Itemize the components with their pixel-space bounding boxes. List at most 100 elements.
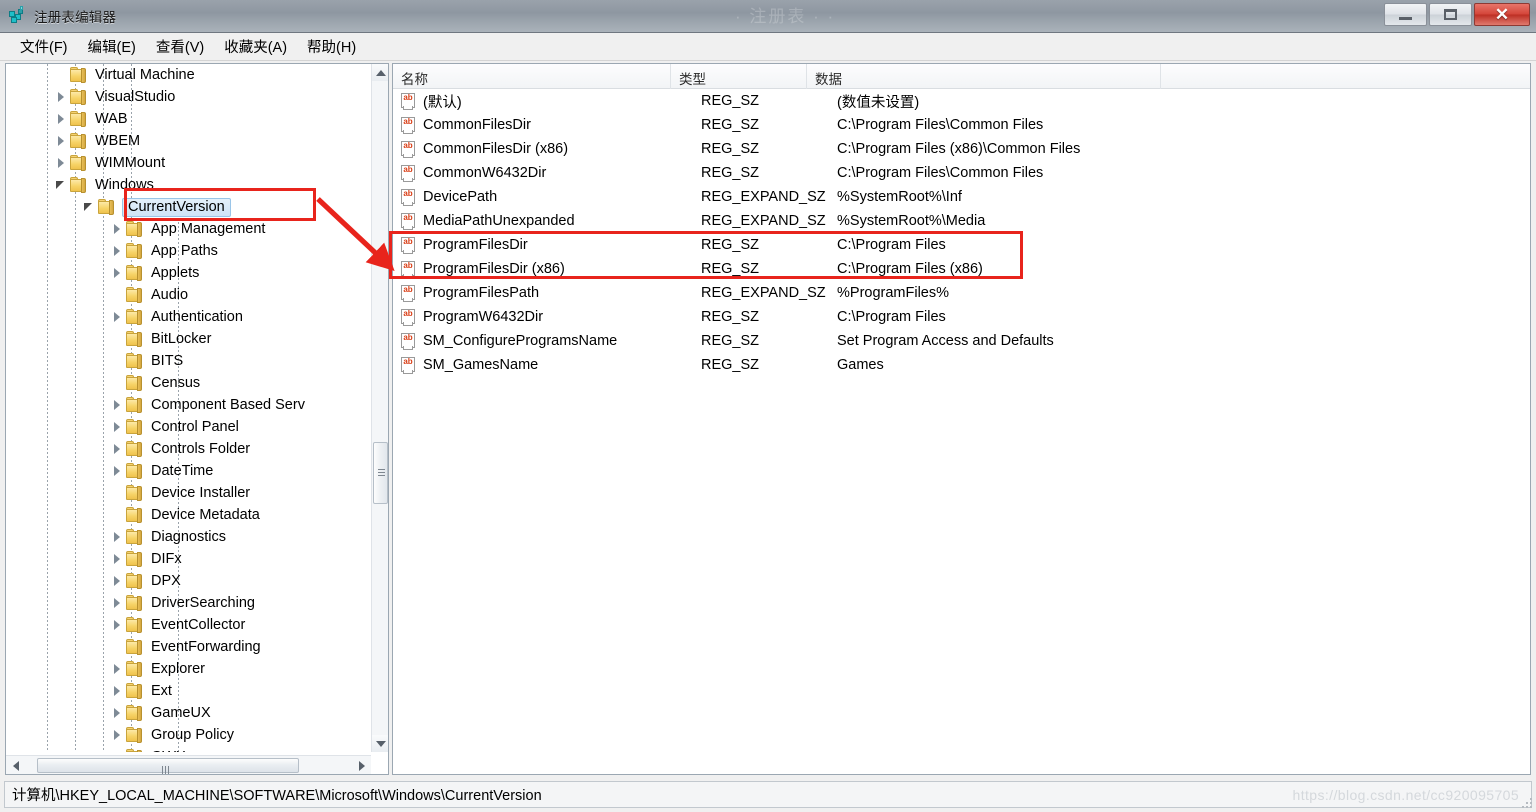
menu-edit[interactable]: 编辑(E) (78, 33, 146, 60)
tree-node[interactable]: Virtual Machine (6, 64, 371, 86)
expand-arrow-collapsed-icon[interactable] (110, 658, 126, 680)
expand-arrow-expanded-icon[interactable] (82, 196, 98, 218)
folder-icon (126, 441, 145, 457)
value-data: Games (837, 357, 884, 373)
table-row[interactable]: ab CommonFilesDir (x86) REG_SZ C:\Program F… (393, 137, 1530, 161)
tree-node[interactable]: Device Metadata (6, 504, 371, 526)
tree-node-label: DriverSearching (151, 595, 255, 611)
table-row[interactable]: ab DevicePath REG_EXPAND_SZ %SystemRoot%\In… (393, 185, 1530, 209)
expand-arrow-expanded-icon[interactable] (54, 174, 70, 196)
tree-node[interactable]: Ext (6, 680, 371, 702)
tree-node[interactable]: VisualStudio (6, 86, 371, 108)
scroll-down-button[interactable] (372, 735, 388, 752)
expand-arrow-collapsed-icon[interactable] (54, 108, 70, 130)
tree-horizontal-scrollbar[interactable] (6, 755, 371, 774)
tree-node[interactable]: Applets (6, 262, 371, 284)
tree-node[interactable]: EventForwarding (6, 636, 371, 658)
tree-node-label: GameUX (151, 705, 211, 721)
expand-arrow-collapsed-icon[interactable] (110, 614, 126, 636)
table-row[interactable]: ab SM_ConfigureProgramsName REG_SZ Set Prog… (393, 329, 1530, 353)
scroll-left-button[interactable] (7, 757, 24, 774)
tree-node[interactable]: DIFx (6, 548, 371, 570)
tree-node[interactable]: Device Installer (6, 482, 371, 504)
expand-arrow-collapsed-icon[interactable] (110, 570, 126, 592)
expand-arrow-collapsed-icon[interactable] (110, 592, 126, 614)
resize-grip-icon[interactable] (1520, 796, 1532, 808)
table-row[interactable]: ab (默认) REG_SZ (数值未设置) (393, 89, 1530, 113)
expand-arrow-collapsed-icon[interactable] (110, 438, 126, 460)
expand-arrow-collapsed-icon[interactable] (110, 724, 126, 746)
menu-help[interactable]: 帮助(H) (297, 33, 366, 60)
tree-node[interactable]: Explorer (6, 658, 371, 680)
expand-arrow-collapsed-icon[interactable] (110, 680, 126, 702)
value-data: %SystemRoot%\Media (837, 213, 986, 229)
tree-node[interactable]: Control Panel (6, 416, 371, 438)
expand-arrow-collapsed-icon[interactable] (110, 548, 126, 570)
table-row[interactable]: ab CommonFilesDir REG_SZ C:\Program Files\C… (393, 113, 1530, 137)
menu-file[interactable]: 文件(F) (10, 33, 78, 60)
column-data[interactable]: 数据 (807, 64, 1161, 89)
value-type: REG_EXPAND_SZ (701, 213, 826, 229)
tree-node[interactable]: GWX (6, 746, 371, 752)
tree-node[interactable]: EventCollector (6, 614, 371, 636)
table-row[interactable]: ab CommonW6432Dir REG_SZ C:\Program Files\C… (393, 161, 1530, 185)
tree-node[interactable]: Component Based Serv (6, 394, 371, 416)
minimize-button[interactable] (1384, 3, 1427, 26)
vertical-scroll-thumb[interactable] (373, 442, 388, 504)
table-row[interactable]: ab ProgramFilesPath REG_EXPAND_SZ %ProgramF… (393, 281, 1530, 305)
tree-node[interactable]: App Paths (6, 240, 371, 262)
scroll-up-button[interactable] (372, 64, 388, 81)
tree-node[interactable]: WIMMount (6, 152, 371, 174)
table-row[interactable]: ab ProgramFilesDir REG_SZ C:\Program Files (393, 233, 1530, 257)
expand-arrow-collapsed-icon[interactable] (110, 526, 126, 548)
table-row[interactable]: ab MediaPathUnexpanded REG_EXPAND_SZ %Syste… (393, 209, 1530, 233)
tree-node-label: BitLocker (151, 331, 212, 347)
tree-node[interactable]: DPX (6, 570, 371, 592)
tree-node[interactable]: Diagnostics (6, 526, 371, 548)
table-row[interactable]: ab SM_GamesName REG_SZ Games (393, 353, 1530, 377)
expand-arrow-collapsed-icon[interactable] (110, 416, 126, 438)
tree-node[interactable]: Authentication (6, 306, 371, 328)
tree-node[interactable]: WAB (6, 108, 371, 130)
tree-node[interactable]: Group Policy (6, 724, 371, 746)
folder-icon (70, 111, 89, 127)
table-row[interactable]: ab ProgramFilesDir (x86) REG_SZ C:\Program … (393, 257, 1530, 281)
expand-arrow-collapsed-icon[interactable] (54, 86, 70, 108)
menu-view[interactable]: 查看(V) (146, 33, 214, 60)
registry-tree-pane: Virtual Machine VisualStudio WAB WBEM WIMMou… (5, 63, 389, 775)
tree-node[interactable]: Controls Folder (6, 438, 371, 460)
column-type[interactable]: 类型 (671, 64, 807, 89)
tree-node[interactable]: Windows (6, 174, 371, 196)
tree-node[interactable]: Audio (6, 284, 371, 306)
tree-node[interactable]: GameUX (6, 702, 371, 724)
table-row[interactable]: ab ProgramW6432Dir REG_SZ C:\Program Files (393, 305, 1530, 329)
tree-node-label: Virtual Machine (95, 67, 195, 83)
menu-favorites[interactable]: 收藏夹(A) (214, 33, 297, 60)
column-name[interactable]: 名称 (393, 64, 671, 89)
tree-node[interactable]: BitLocker (6, 328, 371, 350)
tree-node[interactable]: BITS (6, 350, 371, 372)
tree-node[interactable]: Census (6, 372, 371, 394)
tree-node[interactable]: DateTime (6, 460, 371, 482)
expand-arrow-collapsed-icon[interactable] (54, 152, 70, 174)
expand-arrow-collapsed-icon[interactable] (110, 306, 126, 328)
expand-arrow-collapsed-icon[interactable] (110, 240, 126, 262)
expand-arrow-collapsed-icon[interactable] (110, 262, 126, 284)
maximize-button[interactable] (1429, 3, 1472, 26)
expand-arrow-collapsed-icon[interactable] (110, 460, 126, 482)
tree-vertical-scrollbar[interactable] (371, 64, 388, 752)
tree-node[interactable]: WBEM (6, 130, 371, 152)
string-value-icon: ab (401, 309, 417, 326)
tree-node[interactable]: App Management (6, 218, 371, 240)
horizontal-scroll-thumb[interactable] (37, 758, 299, 774)
expand-arrow-collapsed-icon[interactable] (110, 394, 126, 416)
tree-node-selected[interactable]: CurrentVersion (6, 196, 371, 218)
tree-node[interactable]: DriverSearching (6, 592, 371, 614)
close-button[interactable]: ✕ (1474, 3, 1530, 26)
expand-arrow-collapsed-icon[interactable] (110, 702, 126, 724)
expand-arrow-collapsed-icon[interactable] (110, 218, 126, 240)
scroll-right-button[interactable] (353, 757, 370, 774)
chevron-left-icon (12, 760, 19, 771)
tree-node-label: DPX (151, 573, 181, 589)
expand-arrow-collapsed-icon[interactable] (54, 130, 70, 152)
